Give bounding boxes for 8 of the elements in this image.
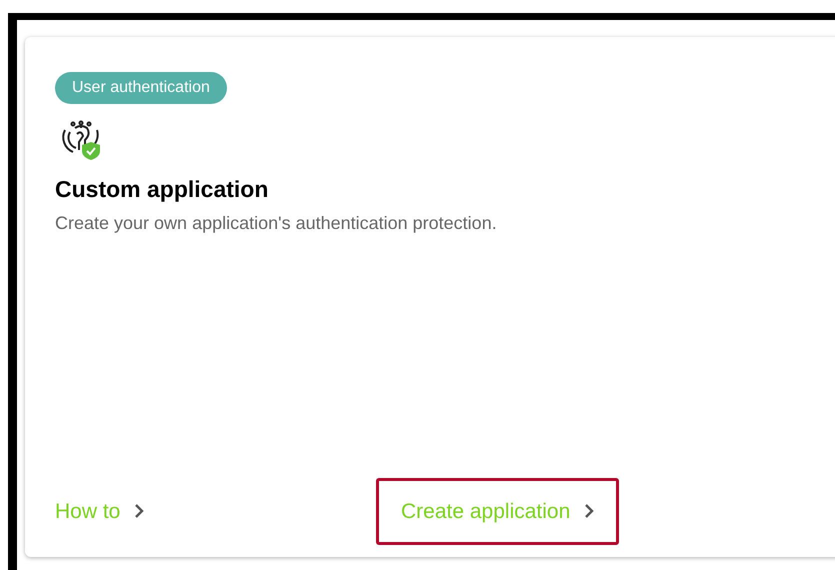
chevron-right-icon — [134, 503, 144, 520]
fingerprint-shield-icon — [59, 118, 103, 162]
card-link[interactable]: Create application — [376, 478, 620, 545]
category-tag: User authentication — [55, 72, 227, 104]
card-title: Custom application — [55, 175, 270, 204]
card-description: Create your own application's authentication protection. — [55, 212, 498, 235]
chevron-right-icon — [584, 503, 594, 520]
card-link[interactable]: How to — [30, 478, 376, 545]
